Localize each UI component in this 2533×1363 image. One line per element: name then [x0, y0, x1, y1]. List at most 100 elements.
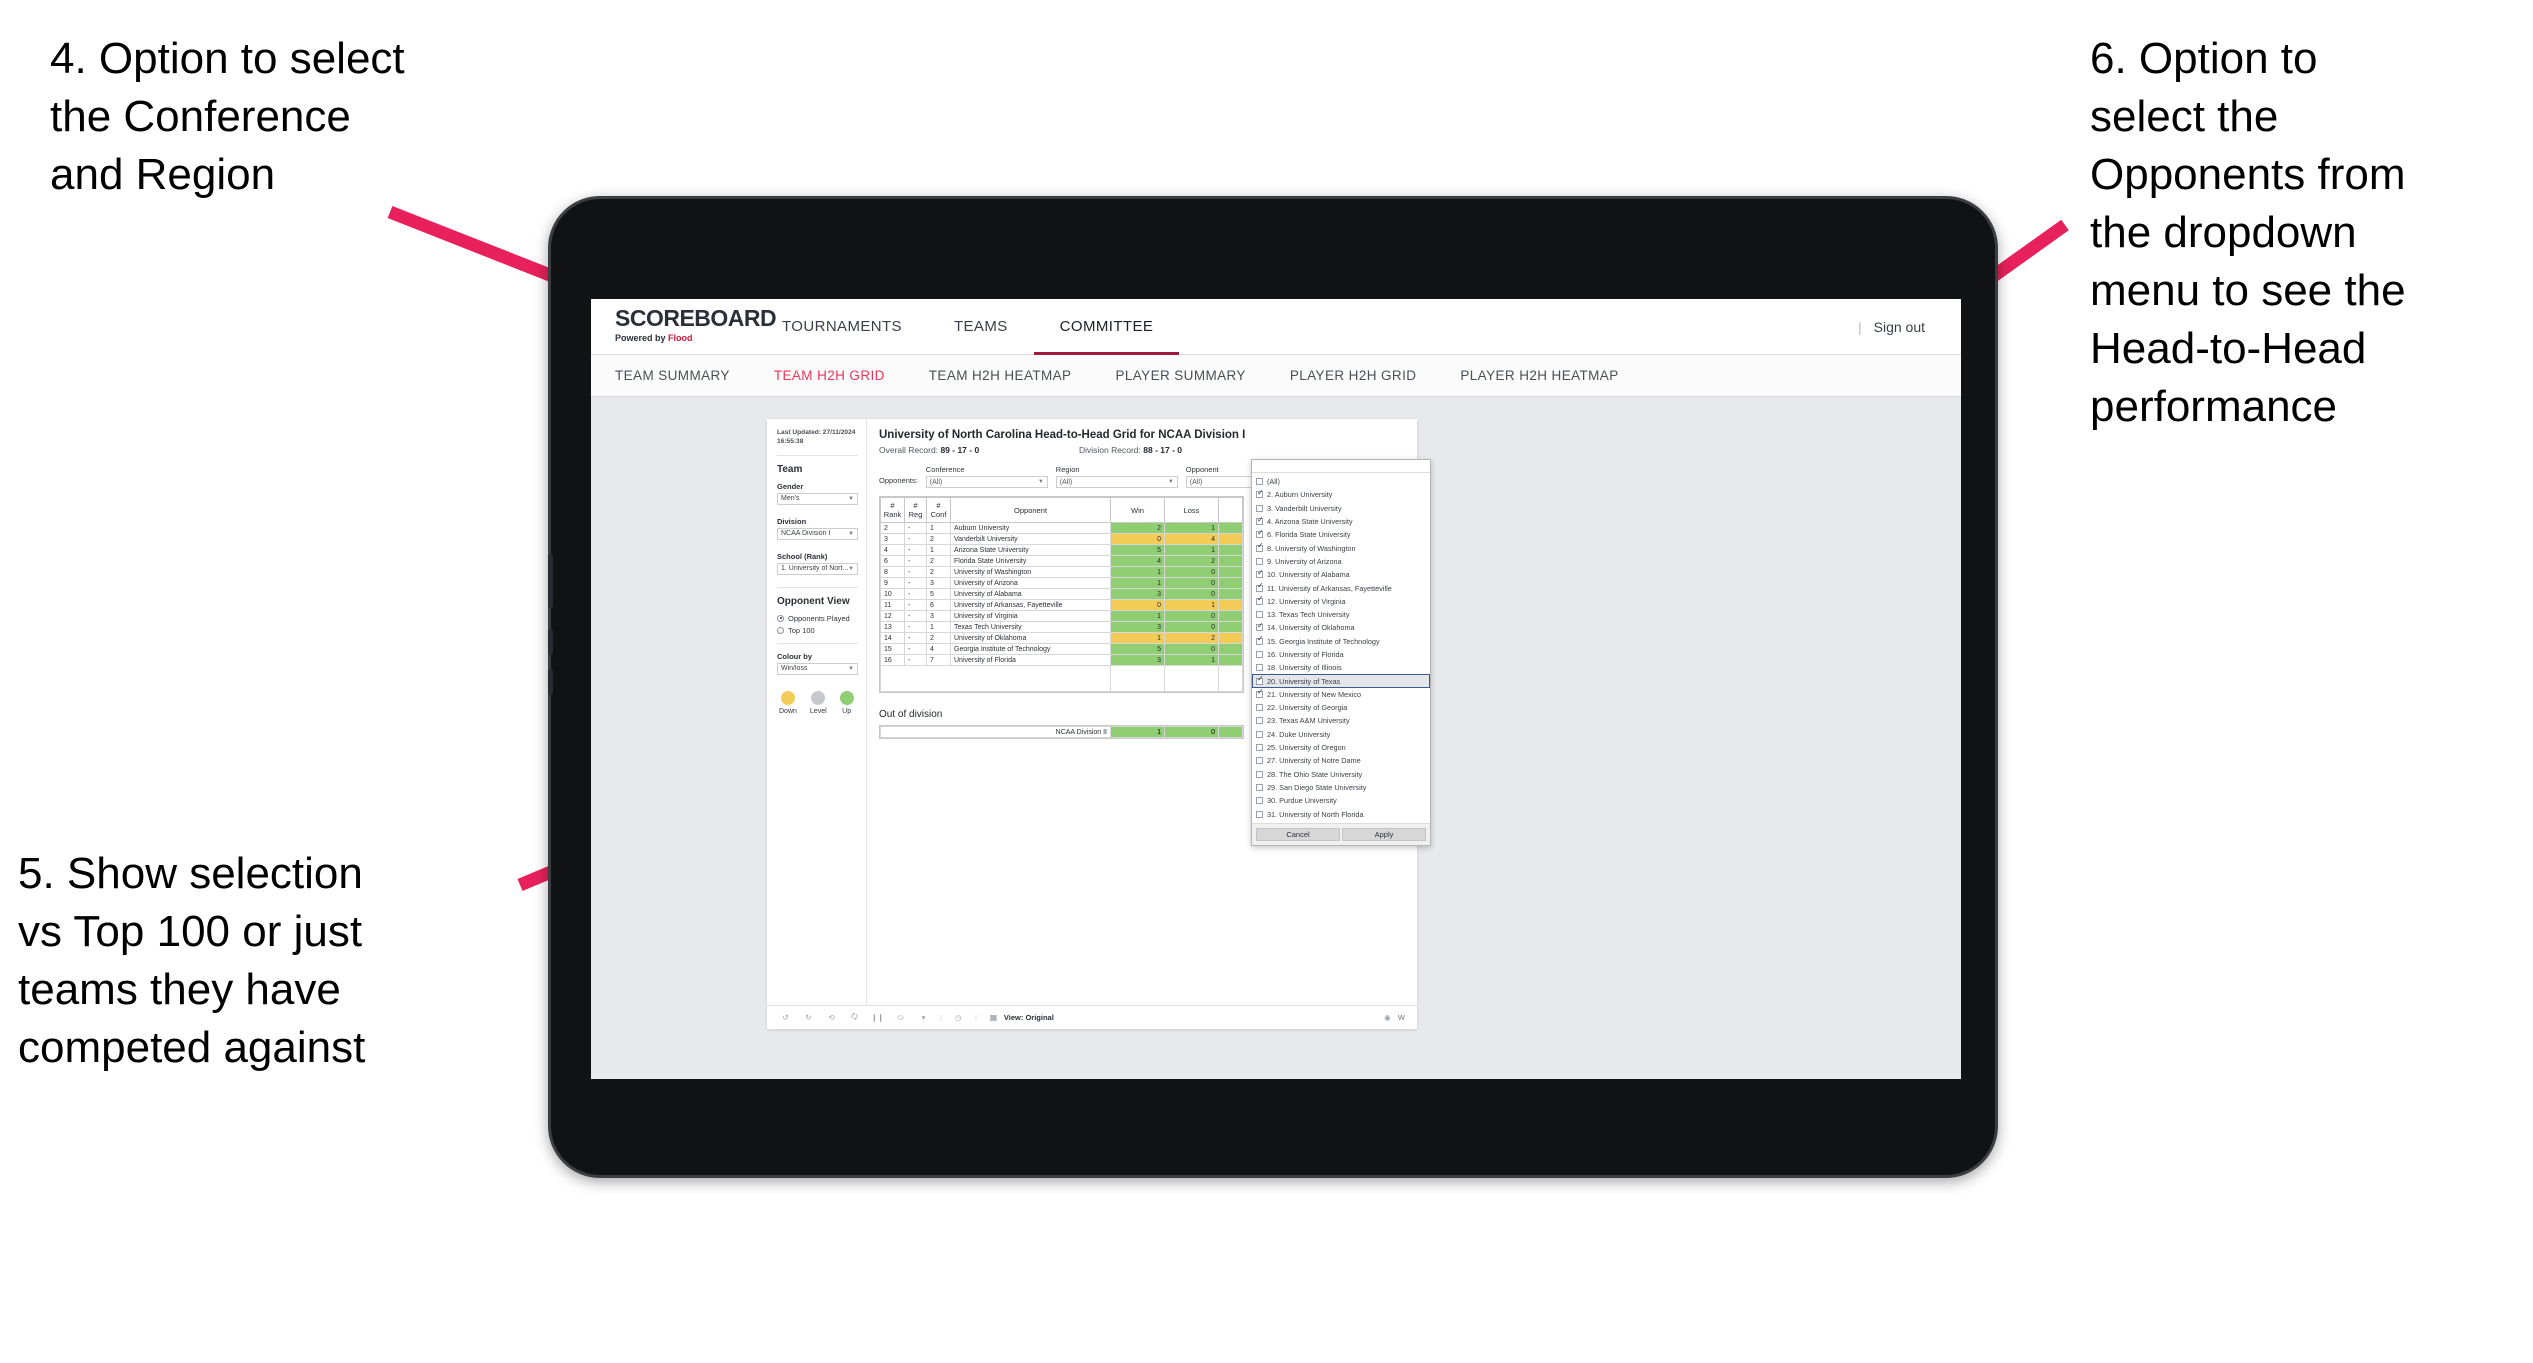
opponent-option-9[interactable]: 12. University of Virginia — [1252, 595, 1430, 608]
apply-button[interactable]: Apply — [1342, 827, 1426, 841]
opponent-search-input[interactable] — [1252, 460, 1430, 473]
checkbox-icon[interactable] — [1256, 611, 1263, 619]
table-row[interactable]: 10-5 University of Alabama 3 0 — [880, 588, 1243, 600]
checkbox-icon[interactable] — [1256, 797, 1263, 805]
share-icon[interactable]: ⬭ — [894, 1011, 907, 1024]
radio-opponents-played[interactable]: Opponents Played — [777, 614, 858, 623]
school-rank-select[interactable]: 1. University of Nort... ▼ — [777, 562, 858, 575]
checkbox-icon[interactable] — [1256, 675, 1264, 685]
table-row[interactable]: 4-1 Arizona State University 5 1 — [880, 544, 1243, 556]
opponent-option-18[interactable]: 23. Texas A&M University — [1252, 714, 1430, 727]
table-row[interactable]: 8-2 University of Washington 1 0 — [880, 566, 1243, 578]
redo-icon[interactable]: ↻ — [802, 1011, 815, 1024]
table-row[interactable]: 11-6 University of Arkansas, Fayetteville… — [880, 599, 1243, 611]
checkbox-icon[interactable] — [1256, 635, 1264, 645]
opponent-option-list[interactable]: (All) 2. Auburn University 3. Vanderbilt U… — [1252, 473, 1430, 823]
power-button[interactable] — [548, 669, 553, 695]
table-row[interactable]: 6-2 Florida State University 4 2 — [880, 555, 1243, 567]
checkbox-icon[interactable] — [1256, 595, 1264, 605]
opponent-option-16[interactable]: 21. University of New Mexico — [1252, 688, 1430, 701]
opponent-option-24[interactable]: 30. Purdue University — [1252, 794, 1430, 807]
checkbox-icon[interactable] — [1256, 622, 1264, 632]
opponent-option-12[interactable]: 15. Georgia Institute of Technology — [1252, 635, 1430, 648]
volume-down-button[interactable] — [548, 629, 553, 655]
opponent-option-19[interactable]: 24. Duke University — [1252, 728, 1430, 741]
subtab-team-summary[interactable]: TEAM SUMMARY — [615, 368, 730, 383]
table-row[interactable]: 3-2 Vanderbilt University 0 4 — [880, 533, 1243, 545]
view-original-button[interactable]: ▤ View: Original — [987, 1011, 1054, 1024]
table-row[interactable]: 14-2 University of Oklahoma 1 2 — [880, 632, 1243, 644]
checkbox-icon[interactable] — [1256, 783, 1263, 791]
watch-eye-icon[interactable]: ◉ — [1381, 1011, 1394, 1024]
nav-tab-teams[interactable]: TEAMS — [928, 299, 1034, 354]
opponent-option-21[interactable]: 27. University of Notre Dame — [1252, 754, 1430, 767]
performance-icon[interactable]: ◷ — [952, 1011, 965, 1024]
checkbox-icon[interactable] — [1256, 717, 1263, 725]
colour-by-select[interactable]: Win/loss ▼ — [777, 662, 858, 675]
checkbox-icon[interactable] — [1256, 744, 1263, 752]
checkbox-icon[interactable] — [1256, 504, 1263, 512]
checkbox-icon[interactable] — [1256, 757, 1263, 765]
opponent-option-10[interactable]: 13. Texas Tech University — [1252, 608, 1430, 621]
brand-logo[interactable]: SCOREBOARD Powered by Flood — [591, 299, 777, 354]
subtab-player-summary[interactable]: PLAYER SUMMARY — [1115, 368, 1245, 383]
subtab-player-h2h-grid[interactable]: PLAYER H2H GRID — [1290, 368, 1417, 383]
nav-tab-committee[interactable]: COMMITTEE — [1033, 299, 1180, 355]
opponent-option-6[interactable]: 9. University of Arizona — [1252, 555, 1430, 568]
checkbox-icon[interactable] — [1256, 478, 1263, 486]
table-row[interactable]: 9-3 University of Arizona 1 0 — [880, 577, 1243, 589]
opponent-option-17[interactable]: 22. University of Georgia — [1252, 701, 1430, 714]
refresh-data-icon[interactable]: 🗘 — [848, 1011, 861, 1024]
checkbox-icon[interactable] — [1256, 516, 1264, 526]
subtab-team-h2h-grid[interactable]: TEAM H2H GRID — [774, 368, 885, 383]
cancel-button[interactable]: Cancel — [1256, 827, 1340, 841]
opponent-option-1[interactable]: 2. Auburn University — [1252, 488, 1430, 501]
table-row[interactable]: 12-3 University of Virginia 1 0 — [880, 610, 1243, 622]
checkbox-icon[interactable] — [1256, 529, 1264, 539]
filter-conference-select[interactable]: (All) ▼ — [925, 476, 1048, 488]
subtab-player-h2h-heatmap[interactable]: PLAYER H2H HEATMAP — [1460, 368, 1618, 383]
gender-select[interactable]: Men's ▼ — [777, 492, 858, 505]
opponent-option-0[interactable]: (All) — [1252, 475, 1430, 488]
opponent-option-20[interactable]: 25. University of Oregon — [1252, 741, 1430, 754]
checkbox-icon[interactable] — [1256, 651, 1263, 658]
table-row[interactable]: 15-4 Georgia Institute of Technology 5 0 — [880, 643, 1243, 655]
opponent-option-11[interactable]: 14. University of Oklahoma — [1252, 621, 1430, 634]
revert-icon[interactable]: ⟲ — [825, 1011, 838, 1024]
checkbox-icon[interactable] — [1256, 569, 1264, 579]
checkbox-icon[interactable] — [1256, 664, 1263, 672]
opponent-option-22[interactable]: 28. The Ohio State University — [1252, 768, 1430, 781]
checkbox-icon[interactable] — [1256, 704, 1263, 712]
table-row[interactable]: 2-1 Auburn University 2 1 — [880, 522, 1243, 534]
checkbox-icon[interactable] — [1256, 730, 1263, 738]
sign-out-link[interactable]: Sign out — [1874, 319, 1925, 335]
opponent-option-2[interactable]: 3. Vanderbilt University — [1252, 502, 1430, 515]
opponent-option-15[interactable]: 20. University of Texas — [1252, 674, 1430, 688]
checkbox-icon[interactable] — [1256, 542, 1264, 552]
checkbox-icon[interactable] — [1256, 557, 1263, 565]
checkbox-icon[interactable] — [1256, 582, 1264, 592]
table-row[interactable]: 16-7 University of Florida 3 1 — [880, 654, 1243, 666]
outdiv-row[interactable]: NCAA Division II 1 0 — [880, 726, 1243, 738]
opponent-option-3[interactable]: 4. Arizona State University — [1252, 515, 1430, 528]
undo-icon[interactable]: ↺ — [779, 1011, 792, 1024]
subtab-team-h2h-heatmap[interactable]: TEAM H2H HEATMAP — [929, 368, 1072, 383]
opponent-option-25[interactable]: 31. University of North Florida — [1252, 807, 1430, 820]
opponent-dropdown-popup[interactable]: (All) 2. Auburn University 3. Vanderbilt U… — [1251, 459, 1431, 846]
opponent-option-7[interactable]: 10. University of Alabama — [1252, 568, 1430, 581]
opponent-option-23[interactable]: 29. San Diego State University — [1252, 781, 1430, 794]
pause-updates-icon[interactable]: ❙❙ — [871, 1011, 884, 1024]
checkbox-icon[interactable] — [1256, 688, 1264, 698]
checkbox-icon[interactable] — [1256, 770, 1263, 778]
opponent-option-4[interactable]: 6. Florida State University — [1252, 528, 1430, 541]
opponent-option-14[interactable]: 18. University of Illinois — [1252, 661, 1430, 674]
nav-tab-tournaments[interactable]: TOURNAMENTS — [756, 299, 928, 354]
volume-up-button[interactable] — [548, 554, 553, 608]
table-row[interactable]: 13-1 Texas Tech University 3 0 — [880, 621, 1243, 633]
checkbox-icon[interactable] — [1256, 489, 1264, 499]
division-select[interactable]: NCAA Division I ▼ — [777, 527, 858, 540]
filter-region-select[interactable]: (All) ▼ — [1055, 476, 1178, 488]
dropdown-caret-icon[interactable]: ▾ — [917, 1011, 930, 1024]
opponent-option-5[interactable]: 8. University of Washington — [1252, 541, 1430, 554]
opponent-option-8[interactable]: 11. University of Arkansas, Fayetteville — [1252, 581, 1430, 594]
